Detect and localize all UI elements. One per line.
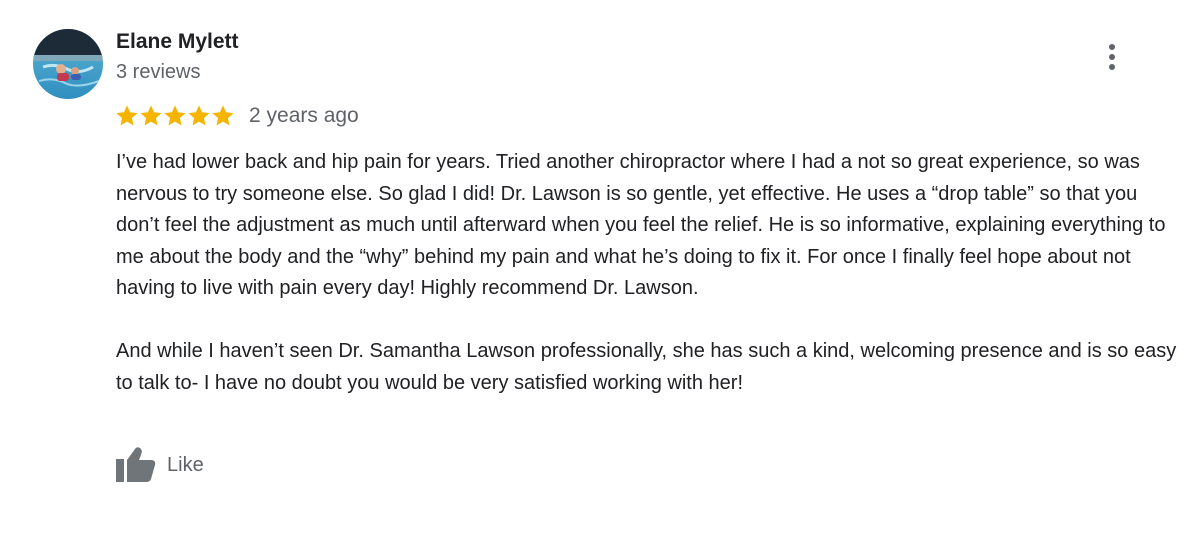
review-text: I’ve had lower back and hip pain for yea… (116, 147, 1181, 399)
review-paragraph: I’ve had lower back and hip pain for yea… (116, 151, 1166, 299)
star-icon (212, 105, 234, 126)
star-icon (116, 105, 138, 126)
star-icon (188, 105, 210, 126)
star-rating (115, 104, 235, 128)
more-vertical-icon (1109, 44, 1115, 70)
review-date: 2 years ago (249, 104, 359, 127)
star-icon (164, 105, 186, 126)
review-paragraph: And while I haven’t seen Dr. Samantha La… (116, 340, 1177, 394)
like-label: Like (167, 453, 204, 476)
author-name[interactable]: Elane Mylett (116, 30, 239, 54)
star-icon (140, 105, 162, 126)
avatar[interactable] (33, 29, 103, 99)
review-count[interactable]: 3 reviews (116, 61, 200, 84)
like-button[interactable]: Like (114, 445, 204, 485)
avatar-image (33, 29, 103, 99)
more-options-button[interactable] (1096, 40, 1128, 76)
review-card: Elane Mylett 3 reviews 2 years ago I’ve … (0, 0, 1200, 538)
thumbs-up-icon (116, 447, 156, 482)
rating-row: 2 years ago (115, 102, 359, 130)
